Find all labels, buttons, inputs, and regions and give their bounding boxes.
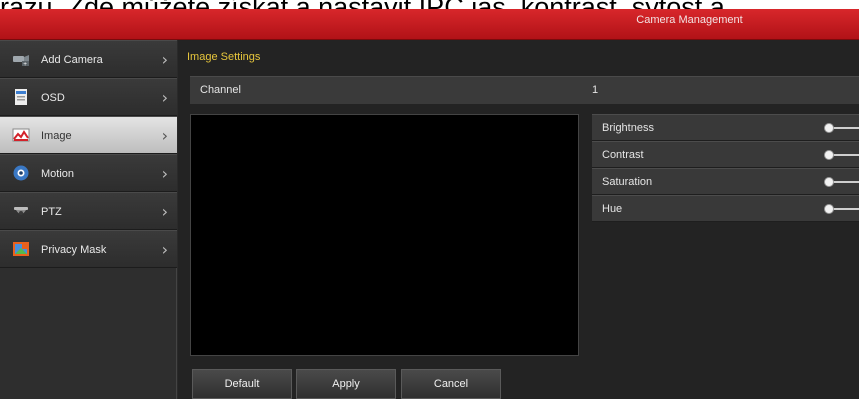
- apply-button[interactable]: Apply: [296, 369, 396, 399]
- image-settings-panel: Image Settings Channel 1 Brightness Cont…: [178, 40, 859, 399]
- chevron-right-icon: ›: [161, 126, 168, 145]
- cancel-button[interactable]: Cancel: [401, 369, 501, 399]
- hue-slider-knob[interactable]: [824, 204, 834, 214]
- hue-slider-track[interactable]: [830, 208, 859, 210]
- saturation-slider-track[interactable]: [830, 181, 859, 183]
- window-title: Camera Management: [636, 14, 743, 26]
- saturation-slider-knob[interactable]: [824, 177, 834, 187]
- image-chart-icon: [12, 127, 30, 143]
- osd-icon: [12, 89, 30, 105]
- sidebar-item-label: Image: [41, 130, 72, 142]
- chevron-right-icon: ›: [161, 88, 168, 107]
- svg-text:+: +: [23, 62, 27, 68]
- title-bar: Camera Management: [0, 9, 859, 40]
- sidebar-item-image[interactable]: Image ›: [0, 116, 177, 154]
- contrast-slider-knob[interactable]: [824, 150, 834, 160]
- saturation-label: Saturation: [602, 176, 653, 188]
- sidebar-item-label: PTZ: [41, 206, 62, 218]
- sidebar-item-label: Motion: [41, 168, 75, 180]
- sidebar-item-privacy-mask[interactable]: Privacy Mask ›: [0, 230, 177, 268]
- ptz-camera-icon: [12, 203, 30, 219]
- hue-label: Hue: [602, 203, 623, 215]
- default-button[interactable]: Default: [192, 369, 292, 399]
- camera-plus-icon: +: [12, 51, 30, 68]
- contrast-slider-track[interactable]: [830, 154, 859, 156]
- chevron-right-icon: ›: [161, 240, 168, 259]
- sidebar-item-osd[interactable]: OSD ›: [0, 78, 177, 116]
- sidebar-item-add-camera[interactable]: + Add Camera ›: [0, 40, 177, 78]
- chevron-right-icon: ›: [161, 202, 168, 221]
- brightness-slider-track[interactable]: [830, 127, 859, 129]
- motion-icon: [12, 165, 30, 181]
- channel-value[interactable]: 1: [592, 77, 598, 104]
- chevron-right-icon: ›: [161, 50, 168, 69]
- video-preview: [190, 114, 579, 356]
- sidebar: + Add Camera › OSD › Image › Motion › PT…: [0, 40, 177, 399]
- sidebar-item-motion[interactable]: Motion ›: [0, 154, 177, 192]
- brightness-slider-knob[interactable]: [824, 123, 834, 133]
- channel-label: Channel: [200, 84, 241, 96]
- hue-row: Hue: [592, 195, 859, 222]
- brightness-label: Brightness: [602, 122, 654, 134]
- camera-management-window: + Add Camera › OSD › Image › Motion › PT…: [0, 40, 859, 399]
- chevron-right-icon: ›: [161, 164, 168, 183]
- sidebar-item-label: Add Camera: [41, 54, 103, 66]
- contrast-label: Contrast: [602, 149, 644, 161]
- channel-row[interactable]: Channel 1: [190, 76, 859, 104]
- section-title: Image Settings: [187, 51, 261, 63]
- sidebar-item-label: Privacy Mask: [41, 244, 107, 256]
- saturation-row: Saturation: [592, 168, 859, 195]
- sidebar-item-label: OSD: [41, 92, 65, 104]
- privacy-mask-icon: [12, 241, 30, 257]
- brightness-row: Brightness: [592, 114, 859, 141]
- contrast-row: Contrast: [592, 141, 859, 168]
- sidebar-item-ptz[interactable]: PTZ ›: [0, 192, 177, 230]
